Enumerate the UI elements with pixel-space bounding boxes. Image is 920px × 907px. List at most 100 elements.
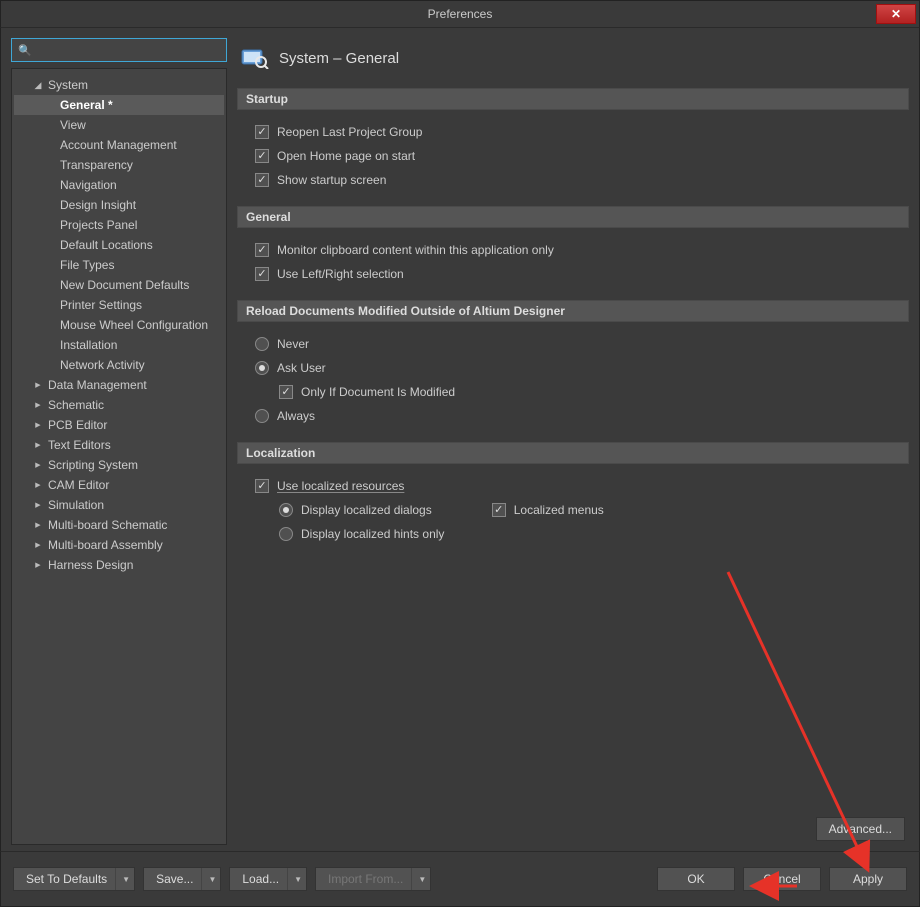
row-display-hints[interactable]: Display localized hints only (255, 522, 905, 546)
radio-display-dialogs[interactable] (279, 503, 293, 517)
import-from-button[interactable]: Import From... ▼ (315, 867, 431, 891)
checkbox-reopen-last[interactable] (255, 125, 269, 139)
row-reopen-last[interactable]: Reopen Last Project Group (255, 120, 905, 144)
caret-right-icon: ▶ (32, 441, 44, 449)
tree-node-pcb-editor[interactable]: ▶PCB Editor (14, 415, 224, 435)
load-button[interactable]: Load... ▼ (229, 867, 307, 891)
search-box[interactable]: 🔍 (11, 38, 227, 62)
section-startup: Reopen Last Project Group Open Home page… (237, 110, 909, 206)
page-header-icon (241, 46, 269, 70)
apply-button[interactable]: Apply (829, 867, 907, 891)
window-title: Preferences (428, 7, 493, 21)
checkbox-lr-selection[interactable] (255, 267, 269, 281)
set-defaults-label: Set To Defaults (26, 872, 107, 886)
caret-right-icon: ▶ (32, 421, 44, 429)
tree-leaf-new-document-defaults[interactable]: New Document Defaults (14, 275, 224, 295)
tree-leaf-label: Navigation (60, 178, 117, 192)
preferences-tree[interactable]: ◢SystemGeneral *View Account Management Tr… (11, 68, 227, 845)
advanced-button-label: Advanced... (829, 822, 892, 836)
tree-node-multi-board-schematic[interactable]: ▶Multi-board Schematic (14, 515, 224, 535)
radio-reload-never[interactable] (255, 337, 269, 351)
row-only-if-modified[interactable]: Only If Document Is Modified (255, 380, 905, 404)
import-from-label: Import From... (328, 872, 403, 886)
tree-node-simulation[interactable]: ▶Simulation (14, 495, 224, 515)
save-button[interactable]: Save... ▼ (143, 867, 221, 891)
tree-leaf-design-insight[interactable]: Design Insight (14, 195, 224, 215)
row-reload-never[interactable]: Never (255, 332, 905, 356)
cancel-button[interactable]: Cancel (743, 867, 821, 891)
search-icon: 🔍 (18, 44, 32, 57)
label-only-if-modified: Only If Document Is Modified (301, 385, 455, 399)
row-show-splash[interactable]: Show startup screen (255, 168, 905, 192)
row-monitor-clipboard[interactable]: Monitor clipboard content within this ap… (255, 238, 905, 262)
caret-right-icon: ▶ (32, 401, 44, 409)
caret-right-icon: ▶ (32, 521, 44, 529)
tree-leaf-label: Printer Settings (60, 298, 142, 312)
tree-leaf-network-activity[interactable]: Network Activity (14, 355, 224, 375)
section-reload: Never Ask User Only If Document Is Modif… (237, 322, 909, 442)
tree-leaf-default-locations[interactable]: Default Locations (14, 235, 224, 255)
tree-leaf-navigation[interactable]: Navigation (14, 175, 224, 195)
close-button[interactable]: ✕ (876, 4, 916, 24)
tree-leaf-label: File Types (60, 258, 114, 272)
tree-node-schematic[interactable]: ▶Schematic (14, 395, 224, 415)
radio-display-hints[interactable] (279, 527, 293, 541)
tree-leaf-account-management[interactable]: Account Management (14, 135, 224, 155)
checkbox-monitor-clipboard[interactable] (255, 243, 269, 257)
row-display-dialogs[interactable]: Display localized dialogs (279, 503, 432, 517)
section-startup-title: Startup (237, 88, 909, 110)
search-input[interactable] (36, 43, 220, 57)
row-localized-menus[interactable]: Localized menus (492, 503, 604, 517)
tree-node-cam-editor[interactable]: ▶CAM Editor (14, 475, 224, 495)
label-show-splash: Show startup screen (277, 173, 386, 187)
ok-button[interactable]: OK (657, 867, 735, 891)
tree-leaf-printer-settings[interactable]: Printer Settings (14, 295, 224, 315)
row-use-localized[interactable]: Use localized resources (255, 474, 905, 498)
tree-leaf-projects-panel[interactable]: Projects Panel (14, 215, 224, 235)
checkbox-open-home[interactable] (255, 149, 269, 163)
tree-leaf-view[interactable]: View (14, 115, 224, 135)
section-general: Monitor clipboard content within this ap… (237, 228, 909, 300)
page-header: System – General (237, 38, 909, 78)
row-lr-selection[interactable]: Use Left/Right selection (255, 262, 905, 286)
row-open-home[interactable]: Open Home page on start (255, 144, 905, 168)
tree-node-data-management[interactable]: ▶Data Management (14, 375, 224, 395)
checkbox-use-localized[interactable] (255, 479, 269, 493)
dialog-body: 🔍 ◢SystemGeneral *View Account Management… (0, 28, 920, 851)
tree-node-label: Text Editors (48, 438, 111, 452)
row-reload-always[interactable]: Always (255, 404, 905, 428)
label-reload-never: Never (277, 337, 309, 351)
tree-node-text-editors[interactable]: ▶ Text Editors (14, 435, 224, 455)
tree-leaf-label: Default Locations (60, 238, 153, 252)
radio-reload-ask[interactable] (255, 361, 269, 375)
advanced-button[interactable]: Advanced... (816, 817, 905, 841)
tree-leaf-label: Design Insight (60, 198, 136, 212)
checkbox-show-splash[interactable] (255, 173, 269, 187)
checkbox-localized-menus[interactable] (492, 503, 506, 517)
tree-leaf-transparency[interactable]: Transparency (14, 155, 224, 175)
tree-leaf-label: Transparency (60, 158, 133, 172)
footer: Set To Defaults ▼ Save... ▼ Load... ▼ Im… (0, 851, 920, 907)
page-title: System – General (279, 50, 399, 67)
tree-leaf-label: Mouse Wheel Configuration (60, 318, 208, 332)
label-reopen-last: Reopen Last Project Group (277, 125, 422, 139)
set-defaults-button[interactable]: Set To Defaults ▼ (13, 867, 135, 891)
row-reload-ask[interactable]: Ask User (255, 356, 905, 380)
tree-leaf-installation[interactable]: Installation (14, 335, 224, 355)
chevron-down-icon: ▼ (115, 868, 130, 890)
tree-node-system[interactable]: ◢System (14, 75, 224, 95)
apply-button-label: Apply (853, 872, 883, 886)
tree-node-harness-design[interactable]: ▶Harness Design (14, 555, 224, 575)
caret-right-icon: ▶ (32, 481, 44, 489)
caret-right-icon: ▶ (32, 381, 44, 389)
tree-leaf-file-types[interactable]: File Types (14, 255, 224, 275)
radio-reload-always[interactable] (255, 409, 269, 423)
tree-node-scripting-system[interactable]: ▶Scripting System (14, 455, 224, 475)
label-reload-ask: Ask User (277, 361, 326, 375)
tree-leaf-general-[interactable]: General * (14, 95, 224, 115)
tree-leaf-mouse-wheel-configuration[interactable]: Mouse Wheel Configuration (14, 315, 224, 335)
tree-node-multi-board-assembly[interactable]: ▶Multi-board Assembly (14, 535, 224, 555)
checkbox-only-if-modified[interactable] (279, 385, 293, 399)
tree-leaf-label: Account Management (60, 138, 177, 152)
caret-right-icon: ▶ (32, 561, 44, 569)
